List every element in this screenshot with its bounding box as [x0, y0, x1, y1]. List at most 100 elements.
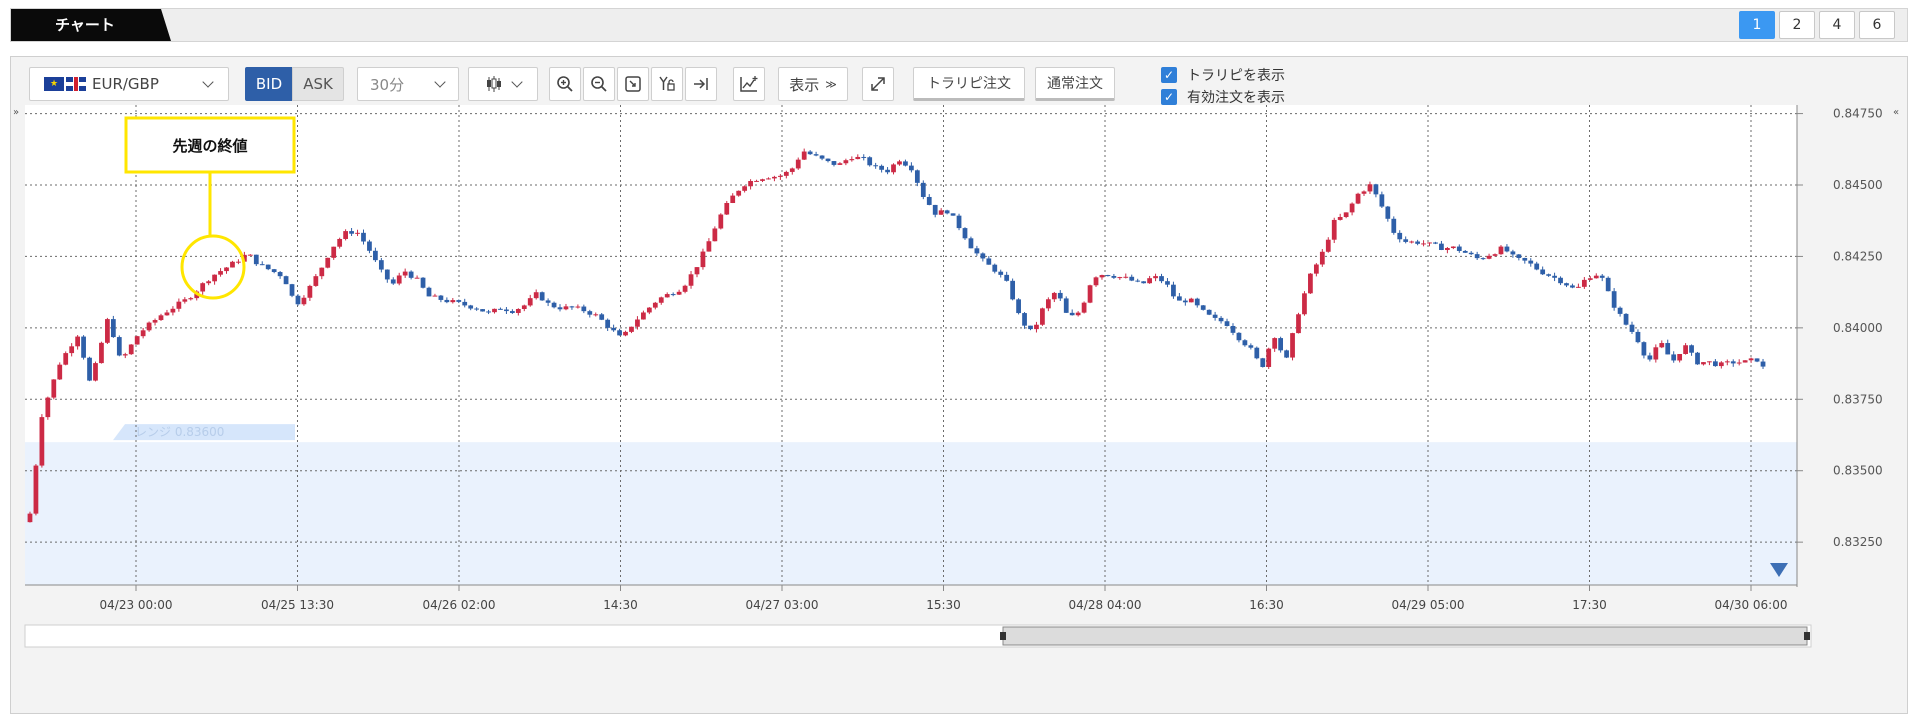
candle-body [1462, 250, 1468, 253]
candle-body [605, 319, 611, 328]
candle-body [1212, 314, 1218, 318]
candle-body [337, 238, 343, 247]
candle-body [1677, 353, 1683, 361]
candle-body [1022, 313, 1027, 326]
candle-body [1492, 254, 1498, 256]
candle-body [182, 299, 188, 302]
symbol-select[interactable]: ★ EUR/GBP [29, 67, 229, 101]
candle-body [1206, 309, 1212, 315]
candle-body [325, 257, 331, 268]
candle-body [1129, 276, 1135, 281]
candle-body [75, 336, 80, 347]
candle-body [289, 284, 295, 296]
candle-body [1313, 264, 1319, 274]
x-tick-label: 14:30 [603, 598, 638, 612]
candle-body [1117, 277, 1123, 279]
fit-icon [625, 76, 641, 92]
candle-body [116, 337, 122, 356]
candle-body [515, 309, 521, 313]
candle-body [402, 271, 408, 276]
show-trail-checkbox[interactable]: ✓ トラリピを表示 [1161, 65, 1285, 85]
layout-6-button[interactable]: 6 [1859, 11, 1895, 39]
ask-button[interactable]: ASK [292, 67, 344, 101]
candle-body [926, 196, 932, 205]
y-axis-lock-button[interactable] [651, 67, 683, 101]
candle-body [867, 157, 873, 166]
scrollbar-layer [24, 624, 1812, 648]
candle-body [1069, 312, 1075, 316]
candle-body [152, 320, 158, 323]
candle-body [230, 261, 235, 268]
candle-body [1409, 241, 1415, 243]
fit-button[interactable] [617, 67, 649, 101]
candle-body [1034, 324, 1039, 330]
candle-body [1689, 345, 1694, 353]
candle-body [319, 267, 325, 277]
layout-2-button[interactable]: 2 [1779, 11, 1815, 39]
candle-body [253, 254, 259, 265]
candle-body [545, 300, 551, 303]
candle-body [343, 231, 348, 239]
candle-body [658, 297, 664, 303]
show-orders-checkbox[interactable]: ✓ 有効注文を表示 [1161, 87, 1285, 107]
candle-body [1081, 302, 1087, 313]
indicator-button[interactable] [733, 67, 765, 101]
layout-4-button[interactable]: 4 [1819, 11, 1855, 39]
chevron-down-icon [202, 76, 214, 88]
candle-body [837, 163, 843, 165]
candle-body [331, 246, 337, 258]
chevron-down-icon [511, 76, 523, 88]
candle-body [1707, 361, 1712, 363]
interval-select[interactable]: 30分 [357, 67, 459, 101]
candle-body [1445, 248, 1450, 250]
candle-body [1111, 275, 1117, 278]
y-axis-lock-icon [659, 76, 675, 91]
candle-body [1605, 277, 1611, 292]
candle-body [521, 305, 527, 310]
chart-area[interactable]: レンジ 0.83600 0.84750 0.84500 0.84250 0.84000… [11, 105, 1907, 713]
candle-body [265, 264, 271, 270]
display-menu-button[interactable]: 表示 ≫ [778, 67, 848, 101]
zoom-out-button[interactable] [583, 67, 615, 101]
scroll-to-end-button[interactable] [685, 67, 717, 101]
candle-body [1439, 243, 1444, 250]
normal-order-button[interactable]: 通常注文 [1035, 67, 1115, 101]
candle-body [27, 513, 33, 523]
bid-button[interactable]: BID [245, 67, 293, 101]
x-tick-label: 04/29 05:00 [1392, 598, 1465, 612]
chart-tab[interactable]: チャート [11, 9, 171, 41]
expand-left-icon[interactable]: » [13, 107, 25, 119]
zoom-in-button[interactable] [549, 67, 581, 101]
candle-body [1522, 257, 1528, 261]
scroll-end-icon [694, 78, 708, 90]
candle-body [1343, 212, 1349, 218]
candle-body [1599, 275, 1605, 278]
chart-type-select[interactable] [468, 67, 538, 101]
price-chart[interactable]: レンジ 0.83600 0.84750 0.84500 0.84250 0.84000… [11, 105, 1907, 713]
candle-body [1724, 361, 1730, 363]
candle-body [1224, 321, 1230, 326]
candle-body [1075, 312, 1081, 316]
layout-1-button[interactable]: 1 [1739, 11, 1775, 39]
candle-body [849, 159, 855, 161]
candle-body [551, 302, 557, 308]
candle-body [754, 180, 759, 182]
candle-body [1748, 358, 1754, 361]
candle-body [51, 379, 57, 398]
fullscreen-button[interactable] [862, 67, 894, 101]
zoom-out-icon [591, 76, 607, 92]
candle-body [1450, 246, 1456, 249]
scrollbar-handle-right [1804, 632, 1810, 640]
candle-body [1135, 280, 1141, 282]
candle-body [1528, 260, 1534, 264]
candle-body [813, 154, 819, 156]
candle-body [1177, 296, 1182, 301]
collapse-right-icon[interactable]: « [1893, 107, 1905, 119]
trail-order-button[interactable]: トラリピ注文 [913, 67, 1025, 101]
candle-body [533, 292, 539, 299]
candle-body [93, 363, 98, 381]
candle-body [1278, 338, 1284, 351]
candle-body [63, 353, 69, 365]
x-tick-label: 16:30 [1249, 598, 1284, 612]
scrollbar-thumb [1002, 626, 1808, 646]
